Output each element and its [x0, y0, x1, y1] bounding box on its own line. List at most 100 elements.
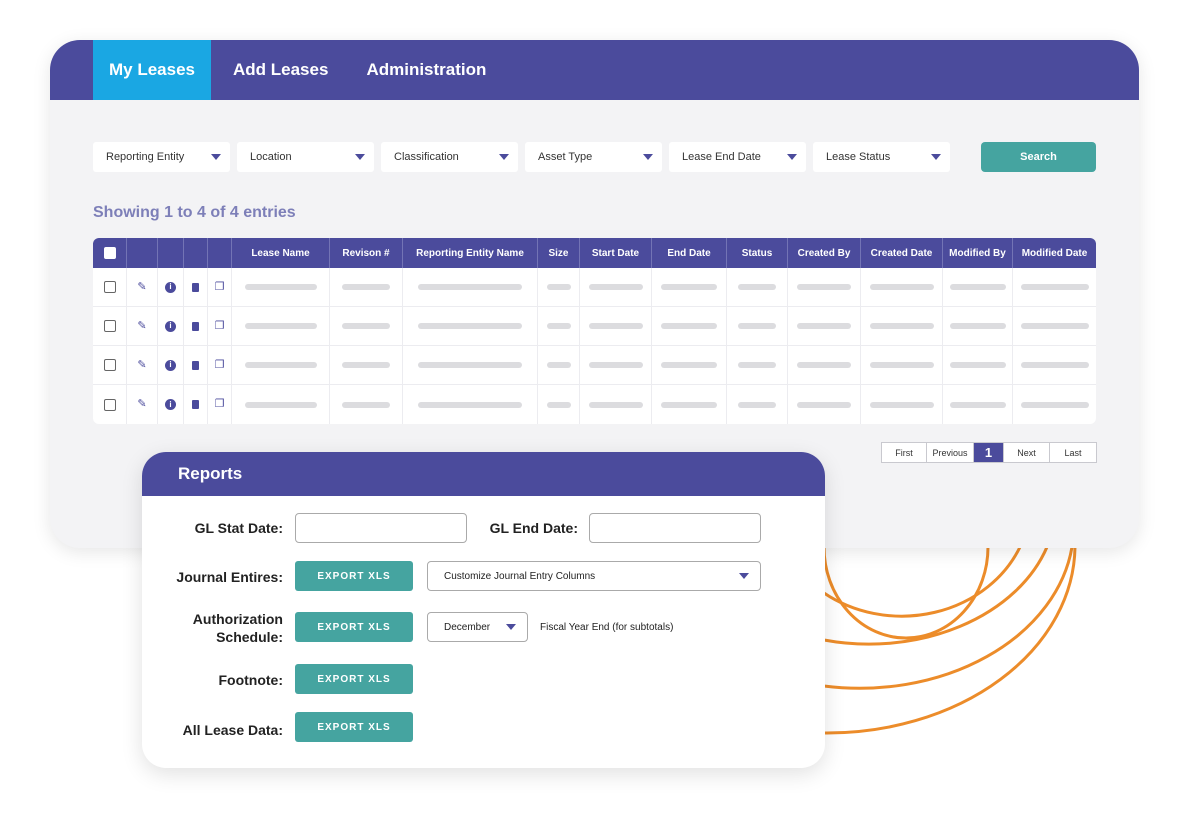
- col-revision[interactable]: Revison #: [330, 238, 403, 268]
- placeholder-bar: [949, 323, 1006, 329]
- col-modified-by[interactable]: Modified By: [943, 238, 1013, 268]
- placeholder-bar: [342, 284, 390, 290]
- filter-label: Classification: [394, 151, 459, 163]
- col-modified-date[interactable]: Modified Date: [1013, 238, 1096, 268]
- table-cell: [184, 346, 208, 384]
- filter-lease-status[interactable]: Lease Status: [813, 142, 950, 172]
- col-reporting-entity-name[interactable]: Reporting Entity Name: [403, 238, 538, 268]
- table-cell: [1013, 385, 1096, 424]
- col-created-date[interactable]: Created Date: [861, 238, 943, 268]
- copy-icon[interactable]: ❐: [215, 320, 225, 332]
- row-checkbox[interactable]: [103, 281, 116, 293]
- info-icon[interactable]: i: [165, 359, 176, 371]
- tab-my-leases[interactable]: My Leases: [93, 40, 211, 100]
- page-first[interactable]: First: [882, 443, 927, 462]
- table-cell: [184, 268, 208, 306]
- table-cell: [788, 346, 861, 384]
- page-previous[interactable]: Previous: [927, 443, 974, 462]
- table-cell: ✎: [127, 346, 158, 384]
- gl-start-date-input[interactable]: [295, 513, 467, 543]
- table-cell: [403, 268, 538, 306]
- gl-end-date-input[interactable]: [589, 513, 761, 543]
- header-spacer: [184, 238, 208, 268]
- table-cell: i: [158, 307, 184, 345]
- export-authorization-button[interactable]: EXPORT XLS: [295, 612, 413, 642]
- page-current[interactable]: 1: [974, 443, 1004, 462]
- all-lease-data-label: All Lease Data:: [182, 722, 283, 738]
- table-cell: [727, 346, 788, 384]
- export-journal-button[interactable]: EXPORT XLS: [295, 561, 413, 591]
- placeholder-bar: [661, 323, 717, 329]
- col-status[interactable]: Status: [727, 238, 788, 268]
- table-cell: [93, 307, 127, 345]
- placeholder-bar: [418, 362, 522, 368]
- filter-lease-end-date[interactable]: Lease End Date: [669, 142, 806, 172]
- table-row: ✎ i ❐: [93, 385, 1096, 424]
- filter-reporting-entity[interactable]: Reporting Entity: [93, 142, 230, 172]
- trash-icon[interactable]: [192, 282, 199, 292]
- filter-location[interactable]: Location: [237, 142, 374, 172]
- fiscal-month-select[interactable]: December: [427, 612, 528, 642]
- pencil-icon[interactable]: ✎: [137, 359, 146, 371]
- placeholder-bar: [418, 284, 522, 290]
- filter-bar: Reporting Entity Location Classification…: [93, 142, 950, 172]
- journal-columns-select[interactable]: Customize Journal Entry Columns: [427, 561, 761, 591]
- col-end-date[interactable]: End Date: [652, 238, 727, 268]
- pencil-icon[interactable]: ✎: [137, 281, 146, 293]
- table-cell: [727, 307, 788, 345]
- info-icon[interactable]: i: [165, 281, 176, 293]
- placeholder-bar: [244, 362, 317, 368]
- page-last[interactable]: Last: [1050, 443, 1096, 462]
- placeholder-bar: [1020, 323, 1089, 329]
- filter-label: Lease Status: [826, 151, 891, 163]
- placeholder-bar: [546, 401, 571, 408]
- select-all-cell: [93, 238, 127, 268]
- tab-add-leases[interactable]: Add Leases: [217, 40, 344, 100]
- page-next[interactable]: Next: [1004, 443, 1050, 462]
- info-icon[interactable]: i: [165, 399, 176, 410]
- trash-icon[interactable]: [192, 321, 199, 331]
- pencil-icon[interactable]: ✎: [137, 399, 146, 410]
- table-cell: i: [158, 346, 184, 384]
- placeholder-bar: [244, 401, 317, 408]
- placeholder-bar: [869, 401, 934, 408]
- filter-classification[interactable]: Classification: [381, 142, 518, 172]
- pencil-icon[interactable]: ✎: [137, 320, 146, 332]
- table-cell: [1013, 346, 1096, 384]
- copy-icon[interactable]: ❐: [215, 281, 225, 293]
- gl-end-label: GL End Date:: [489, 520, 578, 536]
- info-icon[interactable]: i: [165, 320, 176, 332]
- placeholder-bar: [869, 284, 934, 290]
- row-checkbox[interactable]: [103, 320, 116, 332]
- table-cell: [232, 307, 330, 345]
- col-lease-name[interactable]: Lease Name: [232, 238, 330, 268]
- table-body: ✎ i ❐ ✎ i ❐ ✎ i ❐ ✎ i ❐: [93, 268, 1096, 424]
- export-footnote-button[interactable]: EXPORT XLS: [295, 664, 413, 694]
- trash-icon[interactable]: [192, 360, 199, 370]
- table-cell: [184, 385, 208, 424]
- placeholder-bar: [418, 323, 522, 329]
- placeholder-bar: [546, 284, 571, 290]
- trash-icon[interactable]: [192, 400, 199, 409]
- label-line: Authorization: [192, 611, 283, 627]
- filter-asset-type[interactable]: Asset Type: [525, 142, 662, 172]
- col-created-by[interactable]: Created By: [788, 238, 861, 268]
- tab-administration[interactable]: Administration: [350, 40, 502, 100]
- table-cell: [538, 385, 580, 424]
- table-cell: [232, 346, 330, 384]
- copy-icon[interactable]: ❐: [215, 399, 225, 410]
- copy-icon[interactable]: ❐: [215, 359, 225, 371]
- row-checkbox[interactable]: [103, 398, 116, 411]
- reports-card: Reports GL Stat Date: GL End Date: Journ…: [142, 452, 825, 768]
- search-button[interactable]: Search: [981, 142, 1096, 172]
- export-all-lease-button[interactable]: EXPORT XLS: [295, 712, 413, 742]
- placeholder-bar: [738, 284, 776, 290]
- row-checkbox[interactable]: [103, 359, 116, 371]
- table-cell: [652, 268, 727, 306]
- table-cell: [232, 385, 330, 424]
- select-value: December: [444, 621, 491, 633]
- label-line: Schedule:: [216, 629, 283, 645]
- col-size[interactable]: Size: [538, 238, 580, 268]
- select-all-checkbox[interactable]: [103, 247, 116, 259]
- col-start-date[interactable]: Start Date: [580, 238, 652, 268]
